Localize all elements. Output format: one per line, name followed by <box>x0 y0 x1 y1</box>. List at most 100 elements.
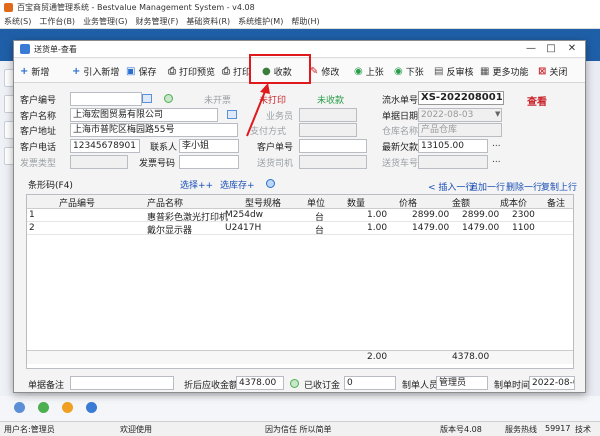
warehouse-label: 仓库名称 <box>382 127 419 137</box>
col-product-name[interactable]: 产品名称 <box>147 196 183 209</box>
product-name: 戴尔显示器 <box>147 226 193 236</box>
remark-input[interactable] <box>70 376 174 390</box>
table-row[interactable]: 1 惠普彩色激光打印机 M254dw 台 1.00 2899.00 2899.0… <box>27 209 573 223</box>
product-price: 1479.00 <box>412 223 450 233</box>
print-preview-button[interactable]: ⎙ 打印预览 <box>168 63 215 79</box>
contact-input[interactable]: 李小姐 <box>179 139 239 153</box>
shortcut-icon-4[interactable] <box>86 402 97 413</box>
insert-row-link[interactable]: < 插入一行 <box>428 180 474 193</box>
date-label: 单据日期 <box>382 112 419 122</box>
discount-amount-input[interactable]: 4378.00 <box>236 376 284 390</box>
deposit-status-icon <box>290 379 299 388</box>
invoice-number-input[interactable] <box>179 155 239 169</box>
menu-business[interactable]: 业务管理(G) <box>83 16 127 27</box>
phone-label: 客户电话 <box>20 143 57 153</box>
status-tech: 技术 <box>575 425 591 434</box>
unapprove-button[interactable]: ▤ 反审核 <box>434 63 473 79</box>
more-functions-button[interactable]: ▦ 更多功能 <box>480 63 528 79</box>
view-mode-label: 查看 <box>527 97 547 108</box>
next-button[interactable]: ◉ 下张 <box>394 63 424 79</box>
copy-row-link[interactable]: 复制上行 <box>541 180 577 193</box>
print-preview-icon: ⎙ <box>168 65 176 77</box>
col-unit[interactable]: 单位 <box>307 196 325 209</box>
vehicle-input[interactable] <box>418 155 488 169</box>
print-button[interactable]: ⎙ 打印 <box>222 63 251 79</box>
append-row-link[interactable]: 追加一行 <box>469 180 505 193</box>
phone-input[interactable]: 12345678901 <box>70 139 140 153</box>
warehouse-input[interactable]: 产品仓库 <box>418 123 502 137</box>
menu-help[interactable]: 帮助(H) <box>291 16 319 27</box>
invoice-type-input[interactable] <box>70 155 128 169</box>
date-input[interactable]: 2022-08-03 <box>418 108 502 122</box>
customer-code-input[interactable] <box>70 92 142 106</box>
refresh-icon[interactable] <box>164 94 173 103</box>
barcode-input[interactable] <box>84 176 174 190</box>
menu-basic[interactable]: 基础资料(R) <box>186 16 230 27</box>
delivery-dialog: 送货单-查看 — □ ✕ + 新增 + 引入新增 ▣ 保存 ⎙ 打印预览 ⎙ 打印 ● 收款… <box>13 40 586 393</box>
highlight-box <box>249 54 311 84</box>
deposit-input[interactable]: 0 <box>344 376 396 390</box>
globe-icon[interactable] <box>266 179 275 188</box>
customer-name-input[interactable]: 上海宏图贸易有限公司 <box>70 108 218 122</box>
col-amount[interactable]: 金额 <box>452 196 470 209</box>
select-link[interactable]: 选择++ <box>180 178 213 191</box>
serial-number-input[interactable]: XS-202208001 <box>418 91 504 105</box>
contact-label: 联系人 <box>150 143 178 153</box>
menu-maintenance[interactable]: 系统维护(M) <box>238 16 283 27</box>
table-row[interactable]: 2 戴尔显示器 U2417H 台 1.00 1479.00 1479.00 11… <box>27 222 573 236</box>
address-input[interactable]: 上海市普陀区梅园路55号 <box>70 123 238 137</box>
col-model[interactable]: 型号规格 <box>245 196 281 209</box>
modify-button[interactable]: ✎ 修改 <box>310 63 339 79</box>
product-qty: 1.00 <box>367 210 388 220</box>
maker-input[interactable]: 管理员 <box>436 376 488 390</box>
menu-system[interactable]: 系统(S) <box>4 16 31 27</box>
product-unit: 台 <box>315 226 325 236</box>
payment-method-input[interactable] <box>299 123 357 137</box>
col-cost[interactable]: 成本价 <box>500 196 527 209</box>
col-remark[interactable]: 备注 <box>547 196 565 209</box>
customer-order-input[interactable] <box>299 139 367 153</box>
latest-debt-input[interactable]: 13105.00 <box>418 139 488 153</box>
row-number: 1 <box>29 210 35 220</box>
minimize-icon[interactable]: — <box>521 42 541 56</box>
shortcut-icon-1[interactable] <box>14 402 25 413</box>
status-version: 版本号4.08 <box>440 425 482 434</box>
menu-workbench[interactable]: 工作台(B) <box>39 16 75 27</box>
salesman-input[interactable] <box>299 108 357 122</box>
product-model: U2417H <box>225 223 262 233</box>
maximize-icon[interactable]: □ <box>541 42 561 56</box>
arrow-down-icon: ◉ <box>394 65 403 77</box>
customer-name-label: 客户名称 <box>20 112 57 122</box>
status-number: 59917 <box>545 424 571 433</box>
delete-row-link[interactable]: 删除一行 <box>506 180 542 193</box>
menu-finance[interactable]: 财务管理(F) <box>136 16 179 27</box>
lookup-icon[interactable] <box>142 94 152 103</box>
close-icon[interactable]: ✕ <box>562 42 582 56</box>
lookup-icon[interactable] <box>227 110 237 119</box>
col-qty[interactable]: 数量 <box>347 196 365 209</box>
product-qty: 1.00 <box>367 223 388 233</box>
product-cost: 1100 <box>512 223 535 233</box>
driver-input[interactable] <box>299 155 367 169</box>
select-stock-link[interactable]: 选库存+ <box>220 178 255 191</box>
col-product-code[interactable]: 产品编号 <box>59 196 95 209</box>
time-input[interactable]: 2022-08-03 <box>529 376 575 390</box>
shortcut-icon-2[interactable] <box>38 402 49 413</box>
driver-label: 送货司机 <box>257 159 294 169</box>
save-button[interactable]: ▣ 保存 <box>126 63 156 79</box>
close-button[interactable]: ⊠ 关闭 <box>538 63 567 79</box>
col-price[interactable]: 价格 <box>399 196 417 209</box>
date-picker-icon[interactable]: ▼ <box>495 110 500 118</box>
payment-method-label: 支付方式 <box>250 127 287 137</box>
shortcut-icon-3[interactable] <box>62 402 73 413</box>
main-title-bar: 百宝商贸通管理系统 - Bestvalue Management System … <box>0 0 600 15</box>
vehicle-more-button[interactable]: ... <box>492 155 501 165</box>
latest-debt-label: 最新欠款 <box>382 143 419 153</box>
new-button[interactable]: + 新增 <box>20 63 49 79</box>
deposit-label: 已收订金 <box>304 381 341 391</box>
import-new-button[interactable]: + 引入新增 <box>72 63 119 79</box>
time-label: 制单时间 <box>494 381 531 391</box>
previous-button[interactable]: ◉ 上张 <box>354 63 384 79</box>
main-menu: 系统(S) 工作台(B) 业务管理(G) 财务管理(F) 基础资料(R) 系统维… <box>0 15 600 29</box>
debt-more-button[interactable]: ... <box>492 139 501 149</box>
